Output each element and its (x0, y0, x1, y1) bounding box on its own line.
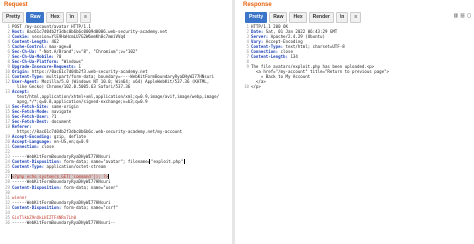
response-pane: Response Pretty Raw Hex Render \n ≡ ▥ ▤ … (235, 0, 474, 244)
response-tab-hex[interactable]: Hex (289, 12, 307, 23)
request-tab-hex[interactable]: Hex (46, 12, 64, 23)
header-value: form-data; name="user" (61, 184, 118, 190)
header-name: Connection: (12, 144, 40, 150)
request-tabs: Pretty Raw Hex \n ≡ (2, 12, 92, 23)
line-text: </p> (251, 84, 261, 90)
header-name: Content-Disposition: (12, 184, 62, 190)
request-tab-pretty[interactable]: Pretty (2, 12, 25, 23)
single-pane-icon[interactable]: ▢ (467, 12, 471, 19)
response-tab-raw[interactable]: Raw (269, 12, 288, 23)
header-name: Content-Disposition: (12, 204, 62, 210)
code-line: 36 ------WebKitFormBoundaryRyaDHyWI77HNsu… (2, 220, 230, 225)
header-value: application/octet-stream (44, 164, 106, 170)
response-title: Response (243, 2, 272, 8)
response-tab-render[interactable]: Render (308, 12, 334, 23)
response-tab-pretty[interactable]: Pretty (245, 12, 268, 23)
header-value: document (48, 119, 72, 125)
line-text: like Gecko) Chrome/102.0.5005.63 Safari/… (12, 84, 131, 90)
response-viewer[interactable]: 1 HTTP/1.1 200 OK 2 Date: Sat, 01 Jan 2022 … (241, 24, 472, 89)
line-text: ------WebKitFormBoundaryRyaDHyWI77HNsuri… (12, 219, 116, 225)
line-number: 10 (244, 84, 249, 90)
split-horizontal-icon[interactable]: ▥ (454, 12, 458, 19)
request-editor[interactable]: 1 POST /my-account/avatar HTTP/1.1 2 Host: … (2, 24, 230, 225)
view-layout-icons: ▥ ▤ ▢ (454, 12, 471, 19)
request-pane: Request Pretty Raw Hex \n ≡ 1 POST /my-ac… (0, 0, 232, 244)
response-newline-toggle[interactable]: \n (335, 12, 349, 23)
header-name: Content-Type: (12, 164, 45, 170)
header-value: close (39, 144, 54, 150)
line-number: 36 (5, 219, 10, 225)
header-name: Content-Length: (251, 54, 288, 60)
highlighted-filename: "exploit.php" (149, 159, 186, 165)
request-title: Request (4, 2, 28, 8)
split-vertical-icon[interactable]: ▤ (461, 12, 465, 19)
request-newline-toggle[interactable]: \n (65, 12, 79, 23)
header-value: en-US,en;q=0.9 (51, 139, 89, 145)
response-tabs: Pretty Raw Hex Render \n ≡ (245, 12, 362, 23)
request-menu-icon[interactable]: ≡ (80, 12, 92, 23)
response-menu-icon[interactable]: ≡ (350, 12, 362, 23)
code-line: 10 </p> (241, 84, 472, 89)
header-value: 134 (287, 54, 298, 60)
header-value: form-data; name="csrf" (61, 204, 118, 210)
request-tab-raw[interactable]: Raw (26, 12, 45, 23)
